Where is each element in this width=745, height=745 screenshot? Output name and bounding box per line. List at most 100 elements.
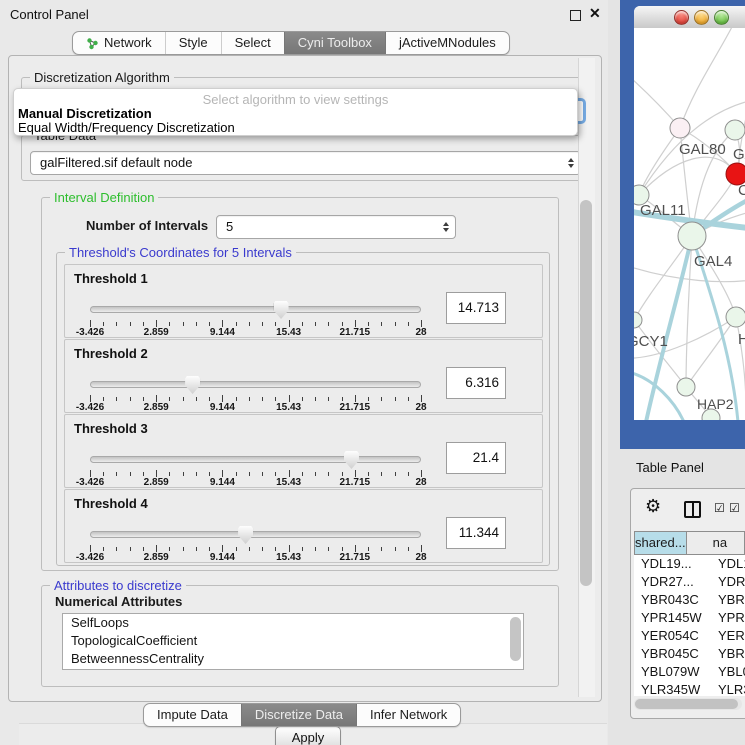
- table-row[interactable]: YER054CYER0: [634, 627, 745, 645]
- cell-name: YBL0: [708, 663, 745, 681]
- table-row[interactable]: YDR27...YDR2: [634, 573, 745, 591]
- slider-track[interactable]: [90, 531, 421, 538]
- tab-cyni-toolbox[interactable]: Cyni Toolbox: [284, 32, 385, 54]
- tab-select[interactable]: Select: [221, 32, 284, 54]
- network-window-titlebar[interactable]: [634, 6, 745, 29]
- table-row[interactable]: YBR045CYBR0: [634, 645, 745, 663]
- checkbox-icon[interactable]: ☑: [729, 501, 740, 515]
- column-header-name[interactable]: na: [687, 531, 745, 555]
- slider-tick: [342, 472, 343, 476]
- slider-tick: [103, 397, 104, 401]
- list-item-betweennesscentrality[interactable]: BetweennessCentrality: [63, 650, 523, 668]
- zoom-window-icon[interactable]: [714, 10, 729, 25]
- network-canvas[interactable]: GAL80GALCGAL11GAL4GCY1HHAP2: [634, 28, 745, 420]
- menu-item-equal-width-frequency-discretization[interactable]: Equal Width/Frequency Discretization: [18, 120, 235, 135]
- control-panel-title: Control Panel: [10, 7, 89, 22]
- table-row[interactable]: YDL19...YDL1: [634, 555, 745, 573]
- slider-thumb[interactable]: [238, 526, 253, 544]
- slider-track[interactable]: [90, 306, 421, 313]
- cell-shared-name: YBR043C: [634, 591, 708, 609]
- network-node-label: GAL80: [679, 141, 726, 158]
- slider-thumb[interactable]: [185, 376, 200, 394]
- slider-tick: [143, 322, 144, 326]
- table-row[interactable]: YPR145WYPR1: [634, 609, 745, 627]
- network-node[interactable]: [725, 120, 745, 140]
- slider-tick-label: 2.859: [144, 402, 169, 413]
- close-icon[interactable]: ✕: [589, 5, 601, 22]
- slider-tick: [315, 322, 316, 326]
- cell-shared-name: YDR27...: [634, 573, 708, 591]
- slider-tick: [368, 397, 369, 401]
- tab-jactivemnodules[interactable]: jActiveMNodules: [385, 32, 509, 54]
- table-data-combobox[interactable]: galFiltered.sif default node: [30, 151, 581, 175]
- list-scrollbar[interactable]: [510, 617, 521, 661]
- table-row[interactable]: YLR345WYLR3: [634, 681, 745, 696]
- slider-thumb[interactable]: [274, 301, 289, 319]
- table-row[interactable]: YBR043CYBR0: [634, 591, 745, 609]
- tab-infer-network[interactable]: Infer Network: [356, 704, 460, 726]
- network-graph: GAL80GALCGAL11GAL4GCY1HHAP2: [634, 28, 745, 420]
- column-header-shared-name[interactable]: shared...: [634, 531, 687, 555]
- threshold-slider[interactable]: -3.4262.8599.14415.4321.71528: [90, 376, 421, 410]
- slider-tick: [130, 322, 131, 326]
- slider-tick: [355, 395, 356, 402]
- slider-track[interactable]: [90, 456, 421, 463]
- slider-tick-label: 9.144: [210, 477, 235, 488]
- slider-tick: [395, 397, 396, 401]
- cell-shared-name: YBL079W: [634, 663, 708, 681]
- minimize-window-icon[interactable]: [694, 10, 709, 25]
- slider-tick-label: 28: [415, 402, 426, 413]
- tab-style[interactable]: Style: [165, 32, 221, 54]
- numerical-attributes-list[interactable]: SelfLoopsTopologicalCoefficientBetweenne…: [62, 613, 524, 670]
- threshold-slider[interactable]: -3.4262.8599.14415.4321.71528: [90, 451, 421, 485]
- panel-scrollbar-thumb[interactable]: [580, 200, 592, 586]
- threshold-value-field[interactable]: 11.344: [446, 517, 506, 549]
- threshold-slider[interactable]: -3.4262.8599.14415.4321.71528: [90, 526, 421, 560]
- cell-name: YPR1: [708, 609, 745, 627]
- slider-thumb[interactable]: [344, 451, 359, 469]
- tab-network[interactable]: Network: [73, 32, 165, 54]
- slider-tick: [249, 322, 250, 326]
- threshold-slider[interactable]: -3.4262.8599.14415.4321.71528: [90, 301, 421, 335]
- split-columns-icon[interactable]: [684, 501, 701, 518]
- table-hscrollbar-thumb[interactable]: [635, 699, 738, 709]
- cell-shared-name: YPR145W: [634, 609, 708, 627]
- tab-impute-data[interactable]: Impute Data: [144, 704, 241, 726]
- table-data-group: Table Data galFiltered.sif default node: [21, 135, 588, 181]
- slider-tick: [275, 472, 276, 476]
- slider-tick: [381, 547, 382, 551]
- combo-stepper-icon: [443, 222, 449, 232]
- table-row[interactable]: YBL079WYBL0: [634, 663, 745, 681]
- checkbox-icon[interactable]: ☑: [714, 501, 725, 515]
- menu-item-manual-discretization[interactable]: Manual Discretization: [18, 106, 152, 121]
- threshold-panel-4: Threshold 4-3.4262.8599.14415.4321.71528…: [64, 489, 543, 563]
- tab-discretize-data[interactable]: Discretize Data: [241, 704, 356, 726]
- number-of-intervals-combobox[interactable]: 5: [216, 215, 456, 239]
- network-node[interactable]: [678, 222, 706, 250]
- network-node[interactable]: [634, 312, 642, 328]
- apply-button[interactable]: Apply: [275, 726, 341, 745]
- number-of-intervals-label: Number of Intervals: [86, 218, 208, 233]
- close-window-icon[interactable]: [674, 10, 689, 25]
- algorithm-dropdown-popup: Select algorithm to view settings Manual…: [13, 88, 578, 136]
- network-window: GAL80GALCGAL11GAL4GCY1HHAP2: [634, 6, 745, 420]
- table-hscrollbar[interactable]: [634, 698, 742, 710]
- network-node[interactable]: [726, 307, 745, 327]
- list-item-topologicalcoefficient[interactable]: TopologicalCoefficient: [63, 632, 523, 650]
- list-item-selfloops[interactable]: SelfLoops: [63, 614, 523, 632]
- network-node[interactable]: [677, 378, 695, 396]
- threshold-value-field[interactable]: 21.4: [446, 442, 506, 474]
- threshold-value-field[interactable]: 6.316: [446, 367, 506, 399]
- threshold-value-field[interactable]: 14.713: [446, 292, 506, 324]
- float-window-icon[interactable]: [570, 10, 581, 21]
- slider-tick: [209, 322, 210, 326]
- slider-tick-label: -3.426: [76, 477, 104, 488]
- gear-icon[interactable]: ⚙: [645, 497, 661, 515]
- slider-track[interactable]: [90, 381, 421, 388]
- slider-tick: [130, 547, 131, 551]
- slider-tick: [302, 472, 303, 476]
- slider-tick: [196, 397, 197, 401]
- slider-tick: [262, 322, 263, 326]
- slider-tick-label: 9.144: [210, 402, 235, 413]
- network-node[interactable]: [670, 118, 690, 138]
